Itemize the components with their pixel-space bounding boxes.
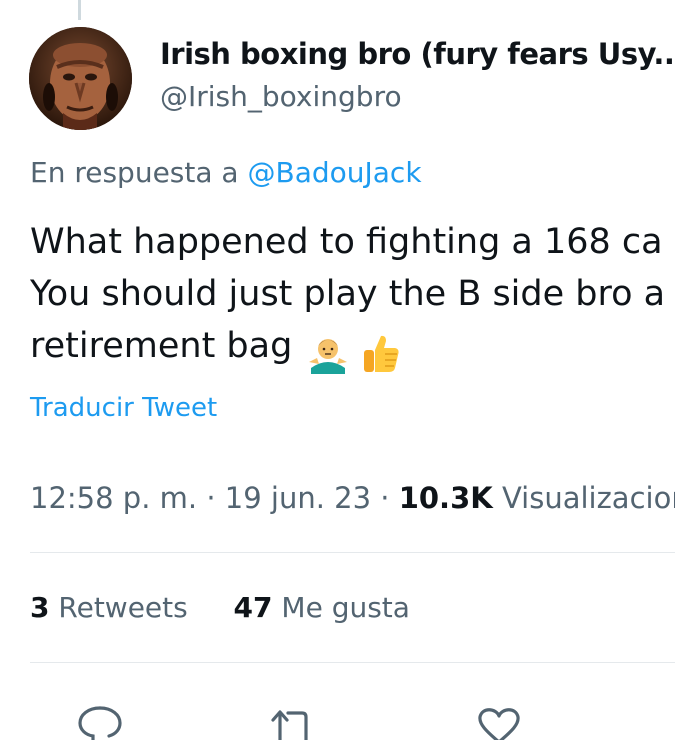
tweet-emojis [307, 326, 400, 378]
divider [30, 662, 675, 663]
thumbs-up-emoji [363, 335, 399, 372]
divider [30, 552, 675, 553]
likes-count: 47 [233, 591, 273, 624]
retweets-label: Retweets [58, 591, 188, 624]
tweet-meta: 12:58 p. m. · 19 jun. 23 · 10.3K Visuali… [30, 481, 675, 515]
tweet-text-line-content: retirement bag [30, 326, 293, 366]
views-label: Visualizacione [501, 481, 675, 515]
like-icon [478, 708, 520, 744]
retweet-button[interactable] [268, 700, 318, 742]
tweet-text: What happened to fighting a 168 ca You s… [30, 216, 675, 378]
likes-label: Me gusta [281, 591, 410, 624]
likes-stat[interactable]: 47 Me gusta [234, 591, 410, 624]
tweet-text-line: retirement bag [30, 320, 675, 378]
like-button[interactable] [474, 700, 524, 744]
author-handle[interactable]: @Irish_boxingbro [160, 80, 402, 113]
avatar[interactable] [29, 27, 132, 130]
tweet-date[interactable]: 19 jun. 23 [225, 481, 371, 515]
reply-icon [78, 706, 122, 742]
retweet-icon [271, 710, 308, 742]
views-count: 10.3K [398, 481, 493, 515]
reply-to-prefix: En respuesta a [30, 156, 239, 189]
person-shrugging-emoji [309, 339, 348, 374]
retweets-count: 3 [30, 591, 50, 624]
meta-separator: · [206, 481, 216, 515]
reply-button[interactable] [75, 700, 125, 742]
reply-mention-link[interactable]: @BadouJack [247, 156, 421, 189]
meta-separator: · [380, 481, 390, 515]
tweet-text-line: What happened to fighting a 168 ca [30, 222, 663, 262]
retweets-stat[interactable]: 3 Retweets [30, 591, 197, 624]
thread-connector-line [78, 0, 81, 20]
translate-tweet-link[interactable]: Traducir Tweet [30, 393, 217, 423]
engagement-stats: 3 Retweets 47 Me gusta [30, 591, 410, 624]
reply-to-line: En respuesta a @BadouJack [30, 156, 422, 189]
tweet-time[interactable]: 12:58 p. m. [30, 481, 197, 515]
author-display-name[interactable]: Irish boxing bro (fury fears Usy... [160, 37, 675, 71]
tweet-text-line: You should just play the B side bro a [30, 274, 666, 314]
